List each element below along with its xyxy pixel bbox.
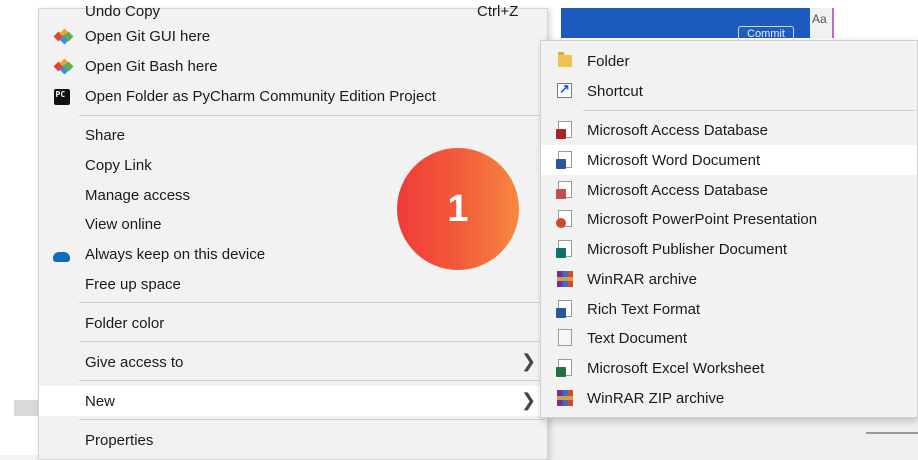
background-divider xyxy=(866,432,918,434)
submenu-item-word-document[interactable]: Microsoft Word Document xyxy=(541,145,917,175)
menu-item-label: Open Git Bash here xyxy=(85,57,218,75)
submenu-item-rich-text[interactable]: Rich Text Format xyxy=(541,294,917,324)
submenu-item-access-database-2[interactable]: Microsoft Access Database xyxy=(541,175,917,205)
submenu-item-label: WinRAR ZIP archive xyxy=(587,389,725,407)
submenu-item-winrar-zip[interactable]: WinRAR ZIP archive xyxy=(541,383,917,413)
background-status-area xyxy=(548,414,918,460)
word-icon xyxy=(556,151,574,169)
text-document-icon xyxy=(556,329,574,347)
menu-item-folder-color[interactable]: Folder color xyxy=(39,308,547,338)
submenu-separator xyxy=(583,110,915,111)
menu-item-label: Share xyxy=(85,126,126,144)
menu-item-share[interactable]: Share xyxy=(39,120,547,150)
folder-icon xyxy=(556,52,574,70)
winrar-zip-icon xyxy=(556,389,574,407)
menu-item-label: Folder color xyxy=(85,314,165,332)
pycharm-icon xyxy=(51,86,72,107)
menu-separator xyxy=(79,380,545,381)
submenu-item-label: Text Document xyxy=(587,329,688,347)
onedrive-cloud-icon xyxy=(53,246,70,263)
menu-item-label: Copy Link xyxy=(85,156,152,174)
shortcut-icon xyxy=(556,81,574,100)
menu-item-label: New xyxy=(85,392,116,410)
git-bash-icon xyxy=(53,58,73,75)
menu-item-give-access-to[interactable]: Give access to ❯ xyxy=(39,347,547,377)
step-number: 1 xyxy=(447,187,469,230)
menu-separator xyxy=(79,419,545,420)
submenu-item-label: Microsoft Excel Worksheet xyxy=(587,359,765,377)
menu-item-properties[interactable]: Properties xyxy=(39,425,547,455)
background-window-edge xyxy=(0,0,38,460)
submenu-item-publisher[interactable]: Microsoft Publisher Document xyxy=(541,234,917,264)
submenu-item-text-document[interactable]: Text Document xyxy=(541,323,917,353)
menu-item-open-git-gui[interactable]: Open Git GUI here xyxy=(39,21,547,51)
submenu-item-label: Microsoft Access Database xyxy=(587,121,768,139)
submenu-item-label: Microsoft Word Document xyxy=(587,151,761,169)
git-gui-icon xyxy=(53,28,73,45)
background-accent-line xyxy=(832,8,834,38)
menu-item-label: Open Folder as PyCharm Community Edition… xyxy=(85,87,436,105)
text-style-button[interactable]: Aa xyxy=(810,8,832,38)
menu-item-undo-copy[interactable]: Undo Copy xyxy=(85,3,160,20)
menu-item-open-git-bash[interactable]: Open Git Bash here xyxy=(39,51,547,81)
winrar-icon xyxy=(556,270,574,288)
submenu-item-label: Rich Text Format xyxy=(587,300,701,318)
submenu-item-powerpoint[interactable]: Microsoft PowerPoint Presentation xyxy=(541,204,917,234)
menu-separator xyxy=(79,302,545,303)
submenu-item-label: WinRAR archive xyxy=(587,270,698,288)
chevron-right-icon: ❯ xyxy=(521,351,537,371)
submenu-item-shortcut[interactable]: Shortcut xyxy=(541,76,917,106)
new-submenu: Folder Shortcut Microsoft Access Databas… xyxy=(540,40,918,418)
submenu-item-label: Microsoft Publisher Document xyxy=(587,240,788,258)
powerpoint-icon xyxy=(556,210,574,228)
background-commit-button[interactable]: Commit xyxy=(738,26,794,40)
menu-item-label: Always keep on this device xyxy=(85,245,266,263)
chevron-right-icon: ❯ xyxy=(521,390,537,410)
submenu-item-folder[interactable]: Folder xyxy=(541,46,917,76)
rtf-icon xyxy=(556,300,574,318)
submenu-item-label: Microsoft PowerPoint Presentation xyxy=(587,210,818,228)
submenu-item-label: Folder xyxy=(587,52,630,70)
menu-separator xyxy=(79,115,545,116)
menu-item-open-pycharm[interactable]: Open Folder as PyCharm Community Edition… xyxy=(39,81,547,111)
menu-item-new[interactable]: New ❯ xyxy=(39,386,547,416)
submenu-item-access-database[interactable]: Microsoft Access Database xyxy=(541,115,917,145)
access-icon xyxy=(556,121,574,139)
publisher-icon xyxy=(556,240,574,258)
menu-item-label: Free up space xyxy=(85,275,181,293)
submenu-item-label: Shortcut xyxy=(587,82,643,100)
menu-item-label: Give access to xyxy=(85,353,184,371)
step-number-badge: 1 xyxy=(397,148,519,270)
submenu-item-label: Microsoft Access Database xyxy=(587,181,768,199)
menu-item-label: Open Git GUI here xyxy=(85,27,211,45)
access-icon xyxy=(556,181,574,199)
menu-separator xyxy=(79,341,545,342)
menu-item-label: View online xyxy=(85,215,162,233)
menu-item-label: Properties xyxy=(85,431,154,449)
menu-item-free-up-space[interactable]: Free up space xyxy=(39,269,547,299)
menu-item-label: Manage access xyxy=(85,186,191,204)
excel-icon xyxy=(556,359,574,377)
submenu-item-winrar-archive[interactable]: WinRAR archive xyxy=(541,264,917,294)
submenu-item-excel-worksheet[interactable]: Microsoft Excel Worksheet xyxy=(541,353,917,383)
menu-shortcut-undo: Ctrl+Z xyxy=(477,3,519,20)
